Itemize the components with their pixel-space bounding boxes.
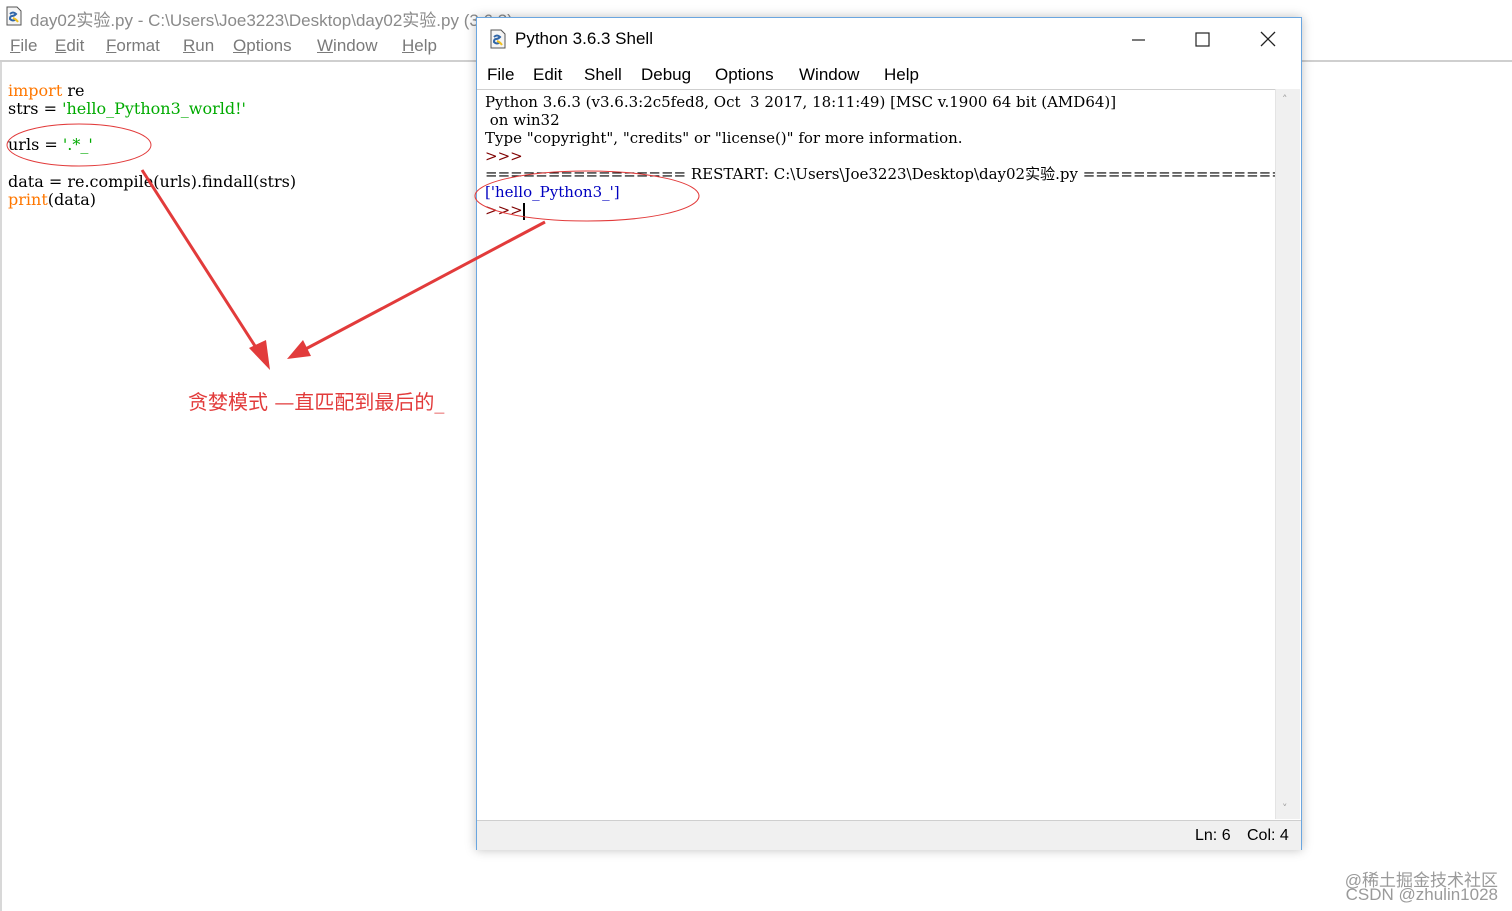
- shell-menubar: File Edit Shell Debug Options Window Hel…: [477, 62, 1301, 88]
- shell-output-area[interactable]: Python 3.6.3 (v3.6.3:2c5fed8, Oct 3 2017…: [477, 89, 1284, 820]
- watermark-csdn: CSDN @zhulin1028: [1345, 885, 1498, 904]
- annotation-note: 贪婪模式 —直匹配到最后的_: [188, 390, 445, 414]
- editor-left-border: [0, 62, 2, 911]
- shell-menu-file[interactable]: File: [487, 65, 514, 85]
- code-text: re: [62, 81, 85, 100]
- minimize-icon: [1132, 39, 1145, 41]
- editor-menu-options[interactable]: Options: [233, 36, 292, 56]
- scroll-down-icon[interactable]: ˅: [1282, 802, 1288, 815]
- editor-menu-help[interactable]: Help: [402, 36, 437, 56]
- vertical-scrollbar[interactable]: ˄ ˅: [1275, 89, 1300, 819]
- shell-menu-edit[interactable]: Edit: [533, 65, 562, 85]
- maximize-button[interactable]: [1179, 20, 1225, 58]
- code-line-2[interactable]: strs = 'hello_Python3_world!': [8, 100, 246, 118]
- shell-menu-window[interactable]: Window: [799, 65, 859, 85]
- shell-title-text: Python 3.6.3 Shell: [515, 29, 653, 48]
- shell-prompt-current: >>>: [485, 201, 523, 219]
- editor-menu-edit[interactable]: Edit: [55, 36, 84, 56]
- shell-restart-line: ================ RESTART: C:\Users\Joe32…: [485, 165, 1284, 183]
- code-string: 'hello_Python3_world!': [62, 99, 246, 118]
- code-line-4[interactable]: data = re.compile(urls).findall(strs): [8, 173, 296, 191]
- close-button[interactable]: [1245, 20, 1291, 58]
- shell-titlebar[interactable]: Python 3.6.3 Shell: [477, 18, 1301, 60]
- editor-menu-window[interactable]: Window: [317, 36, 377, 56]
- shell-window: Python 3.6.3 Shell File Edit Shell Debug…: [476, 17, 1302, 850]
- shell-menu-debug[interactable]: Debug: [641, 65, 691, 85]
- status-line-number: Ln: 6: [1195, 827, 1231, 844]
- code-line-5[interactable]: print(data): [8, 191, 96, 209]
- python-shell-icon: [490, 29, 506, 49]
- code-keyword-print: print: [8, 190, 48, 209]
- idle-file-icon: [6, 6, 22, 26]
- shell-menu-help[interactable]: Help: [884, 65, 919, 85]
- scroll-up-icon[interactable]: ˄: [1282, 93, 1288, 106]
- minimize-button[interactable]: [1115, 20, 1161, 58]
- shell-banner-line-1: Python 3.6.3 (v3.6.3:2c5fed8, Oct 3 2017…: [485, 93, 1117, 111]
- status-bar: Ln: 6 Col: 4: [477, 820, 1301, 850]
- shell-prompt: >>>: [485, 147, 523, 165]
- shell-banner-line-3: Type "copyright", "credits" or "license(…: [485, 129, 963, 147]
- editor-menu-file[interactable]: File: [10, 36, 37, 56]
- shell-output-result: ['hello_Python3_']: [485, 183, 620, 201]
- editor-menu-format[interactable]: Format: [106, 36, 160, 56]
- shell-banner-line-2: on win32: [485, 111, 560, 129]
- shell-menu-shell[interactable]: Shell: [584, 65, 622, 85]
- close-icon: [1260, 31, 1276, 47]
- code-line-3[interactable]: urls = '.*_': [8, 136, 93, 154]
- code-line-1[interactable]: import re: [8, 82, 84, 100]
- editor-menu-run[interactable]: Run: [183, 36, 214, 56]
- editor-title-text: day02实验.py - C:\Users\Joe3223\Desktop\da…: [30, 11, 513, 30]
- code-text: (data): [47, 190, 96, 209]
- text-cursor: [523, 203, 525, 220]
- code-text: strs =: [8, 99, 63, 118]
- code-keyword-import: import: [8, 81, 63, 100]
- code-string: '.*_': [62, 135, 93, 154]
- status-column-number: Col: 4: [1247, 827, 1289, 844]
- shell-menu-options[interactable]: Options: [715, 65, 774, 85]
- code-text: urls =: [8, 135, 63, 154]
- maximize-icon: [1195, 32, 1210, 47]
